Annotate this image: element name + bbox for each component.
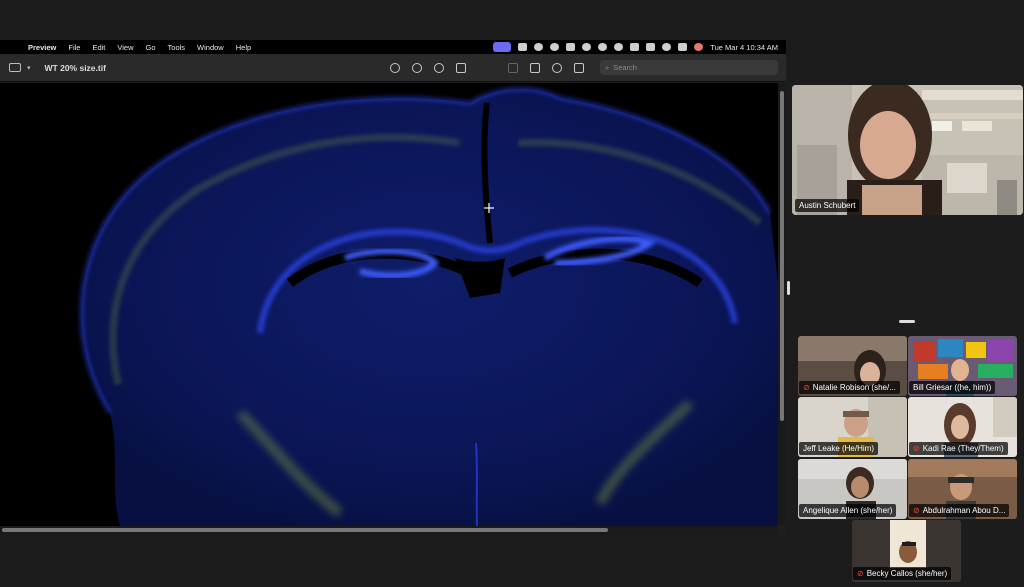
moon-icon[interactable]	[582, 43, 592, 51]
zoom-meeting-window: Preview File Edit View Go Tools Window H…	[0, 0, 1024, 587]
participant-name-label: ⊘ Becky Callos (she/her)	[853, 567, 952, 580]
markup-pen-icon[interactable]	[508, 62, 518, 73]
participant-tile[interactable]: Angelique Allen (she/her)	[798, 459, 907, 519]
avatar-icon[interactable]	[694, 43, 704, 51]
brain-section-image	[79, 86, 778, 526]
menu-help[interactable]: Help	[230, 43, 257, 52]
participant-name-label: ⊘ Natalie Robison (she/...	[799, 381, 900, 394]
participant-name: Becky Callos (she/her)	[866, 569, 948, 578]
menu-view[interactable]: View	[111, 43, 139, 52]
speaker-name: Austin Schubert	[799, 201, 856, 210]
preview-toolbar: ▾ WT 20% size.tif ⌕ Search	[0, 54, 786, 82]
split-resize-handle[interactable]	[787, 281, 790, 295]
muted-mic-icon: ⊘	[803, 383, 810, 392]
gallery-drag-handle[interactable]	[899, 320, 915, 323]
participant-tile[interactable]: Jeff Leake (He/Him)	[798, 397, 907, 457]
zoom-out-icon[interactable]	[412, 62, 422, 73]
search-icon: ⌕	[605, 62, 610, 72]
status-icon[interactable]	[566, 43, 576, 51]
fullscreen-icon[interactable]	[574, 62, 584, 73]
muted-mic-icon: ⊘	[857, 569, 864, 578]
menubar-status-area: Tue Mar 4 10:34 AM	[493, 42, 786, 52]
document-title: WT 20% size.tif	[44, 62, 106, 73]
speaker-name-label: Austin Schubert	[795, 199, 860, 212]
menu-tools[interactable]: Tools	[162, 43, 192, 52]
menu-file[interactable]: File	[62, 43, 86, 52]
participant-tile[interactable]: Bill Griesar ((he, him))	[908, 336, 1017, 396]
muted-mic-icon: ⊘	[913, 444, 920, 453]
shared-screen[interactable]: Preview File Edit View Go Tools Window H…	[0, 40, 786, 535]
mac-menubar: Preview File Edit View Go Tools Window H…	[0, 40, 786, 54]
participant-name-label: ⊘ Kadi Rae (They/Them)	[909, 442, 1008, 455]
participant-name: Natalie Robison (she/...	[812, 383, 896, 392]
play-icon[interactable]	[598, 43, 608, 51]
battery-icon[interactable]	[646, 43, 656, 51]
status-icon[interactable]	[518, 43, 528, 51]
active-speaker-tile[interactable]: Austin Schubert	[792, 85, 1023, 215]
search-field[interactable]: ⌕ Search	[600, 60, 778, 75]
participant-name: Jeff Leake (He/Him)	[803, 444, 874, 453]
zoom-in-icon[interactable]	[434, 62, 444, 73]
screen-share-icon[interactable]	[493, 42, 512, 52]
status-icon[interactable]	[614, 43, 624, 51]
share-icon[interactable]	[456, 62, 466, 73]
image-viewer[interactable]	[0, 83, 778, 526]
search-placeholder: Search	[613, 63, 637, 72]
muted-mic-icon: ⊘	[913, 506, 920, 515]
participant-name: Bill Griesar ((he, him))	[913, 383, 992, 392]
participant-tile[interactable]: ⊘ Abdulrahman Abou D...	[908, 459, 1017, 519]
menu-app-name[interactable]: Preview	[22, 43, 62, 52]
speaker-video	[792, 85, 1023, 215]
menu-edit[interactable]: Edit	[86, 43, 111, 52]
participant-name-label: Jeff Leake (He/Him)	[799, 442, 878, 455]
sidebar-toggle-icon[interactable]	[9, 63, 21, 72]
horizontal-scrollbar[interactable]	[0, 526, 778, 535]
participant-name: Abdulrahman Abou D...	[922, 506, 1006, 515]
status-icon[interactable]	[534, 43, 544, 51]
participant-name-label: Angelique Allen (she/her)	[799, 504, 897, 517]
participant-tile[interactable]: ⊘ Becky Callos (she/her)	[852, 520, 961, 582]
wifi-icon[interactable]	[630, 43, 640, 51]
status-icon[interactable]	[550, 43, 560, 51]
info-icon[interactable]	[390, 62, 400, 73]
control-center-icon[interactable]	[678, 43, 688, 51]
menubar-clock[interactable]: Tue Mar 4 10:34 AM	[710, 43, 778, 52]
menu-go[interactable]: Go	[140, 43, 162, 52]
menu-window[interactable]: Window	[191, 43, 230, 52]
participant-name-label: ⊘ Abdulrahman Abou D...	[909, 504, 1010, 517]
search-icon[interactable]	[662, 43, 672, 51]
vertical-scrollbar[interactable]	[778, 83, 786, 526]
participant-name: Kadi Rae (They/Them)	[922, 444, 1004, 453]
participant-tile[interactable]: ⊘ Kadi Rae (They/Them)	[908, 397, 1017, 457]
chevron-down-icon[interactable]: ▾	[27, 64, 31, 72]
participant-name-label: Bill Griesar ((he, him))	[909, 381, 996, 394]
participant-name: Angelique Allen (she/her)	[803, 506, 893, 515]
annotate-icon[interactable]	[552, 62, 562, 73]
participant-tile[interactable]: ⊘ Natalie Robison (she/...	[798, 336, 907, 396]
rotate-icon[interactable]	[530, 62, 540, 73]
